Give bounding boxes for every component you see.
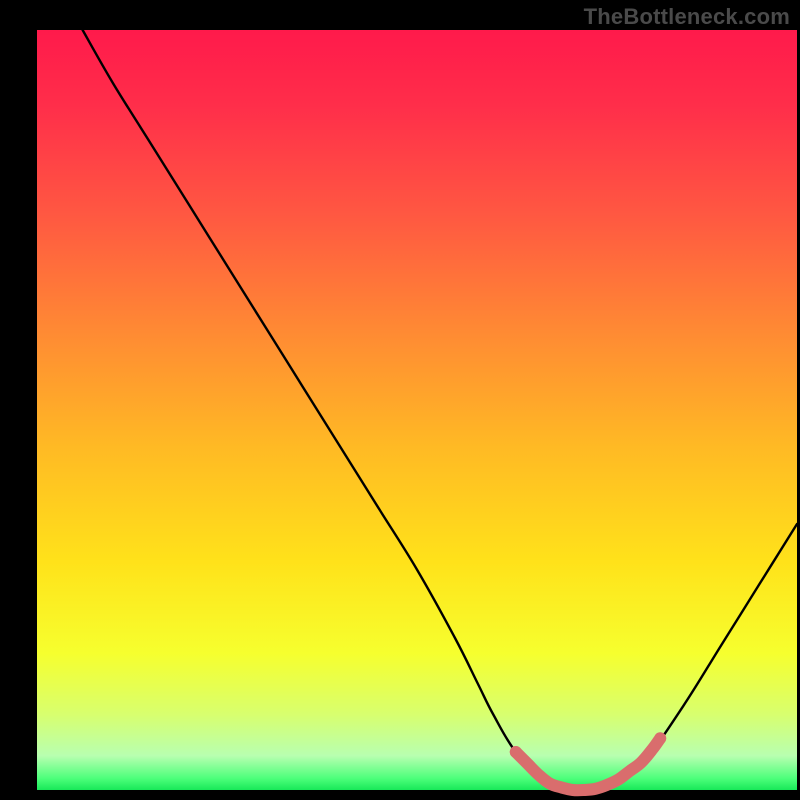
optimal-range-end-dot bbox=[654, 732, 666, 744]
optimal-range-start-dot bbox=[510, 746, 522, 758]
bottleneck-chart bbox=[0, 0, 800, 800]
chart-frame: TheBottleneck.com bbox=[0, 0, 800, 800]
